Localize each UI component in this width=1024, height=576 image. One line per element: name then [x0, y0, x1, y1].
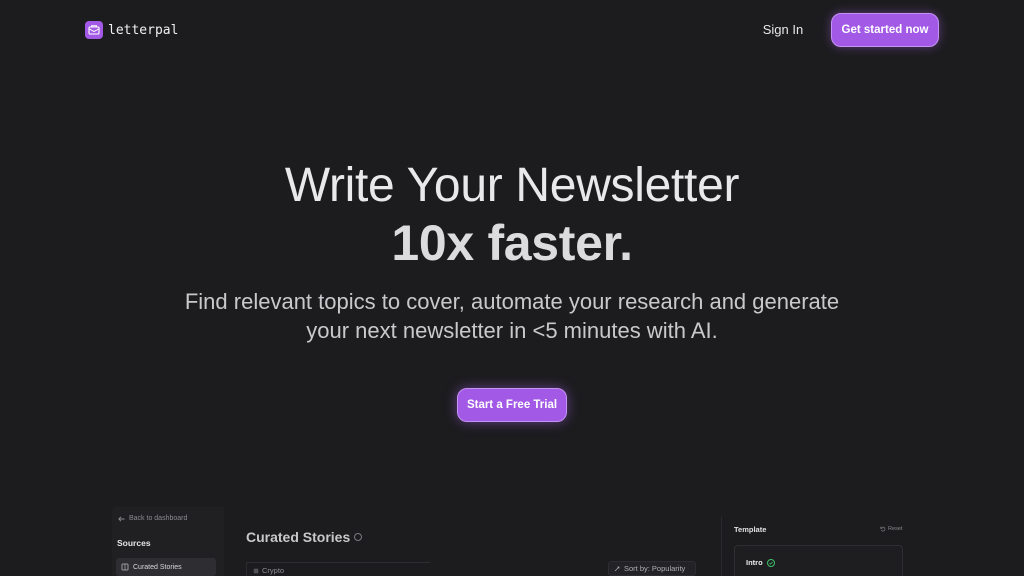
hero-title-line2: 10x faster.	[391, 215, 633, 271]
reset-button[interactable]: Reset	[880, 526, 902, 532]
curated-stories-title: Curated Stories	[246, 529, 363, 545]
preview-sidebar: Back to dashboard Sources Curated Storie…	[112, 507, 224, 576]
logo[interactable]: letterpal	[85, 20, 178, 40]
sort-icon	[614, 566, 620, 571]
hero-title-line1: Write Your Newsletter	[284, 159, 740, 212]
check-circle-icon	[766, 558, 775, 567]
hash-icon	[253, 568, 259, 573]
filter-label: Crypto	[262, 566, 285, 575]
arrow-left-icon	[118, 515, 125, 522]
info-icon[interactable]	[354, 533, 363, 541]
intro-label: Intro	[746, 558, 763, 567]
sidebar-item-label: Curated Stories	[133, 563, 182, 571]
intro-section-card[interactable]: Intro	[734, 545, 903, 576]
get-started-button[interactable]: Get started now	[831, 13, 939, 47]
start-free-trial-button[interactable]: Start a Free Trial	[457, 388, 567, 422]
sort-label: Sort by: Popularity	[624, 564, 686, 573]
sign-in-link[interactable]: Sign In	[752, 19, 814, 41]
sources-heading: Sources	[117, 538, 151, 548]
book-icon	[121, 563, 129, 571]
logo-text: letterpal	[108, 22, 179, 38]
sort-dropdown[interactable]: Sort by: Popularity	[608, 561, 696, 576]
main-title-text: Curated Stories	[246, 529, 351, 545]
template-heading: Template	[734, 525, 767, 534]
back-label: Back to dashboard	[129, 515, 188, 522]
back-to-dashboard-link[interactable]: Back to dashboard	[118, 515, 187, 522]
app-preview: Back to dashboard Sources Curated Storie…	[112, 507, 912, 576]
reset-icon	[880, 526, 886, 532]
intro-heading: Intro	[746, 558, 775, 567]
reset-label: Reset	[888, 526, 903, 532]
sidebar-item-curated-stories[interactable]: Curated Stories	[116, 558, 216, 576]
hero-subtitle: Find relevant topics to cover, automate …	[184, 289, 840, 343]
filter-crypto[interactable]: Crypto	[246, 562, 430, 576]
site-header: letterpal Sign In Get started now	[0, 0, 1024, 60]
template-panel: Template Reset Intro	[721, 517, 912, 576]
envelope-logo-icon	[85, 21, 103, 39]
